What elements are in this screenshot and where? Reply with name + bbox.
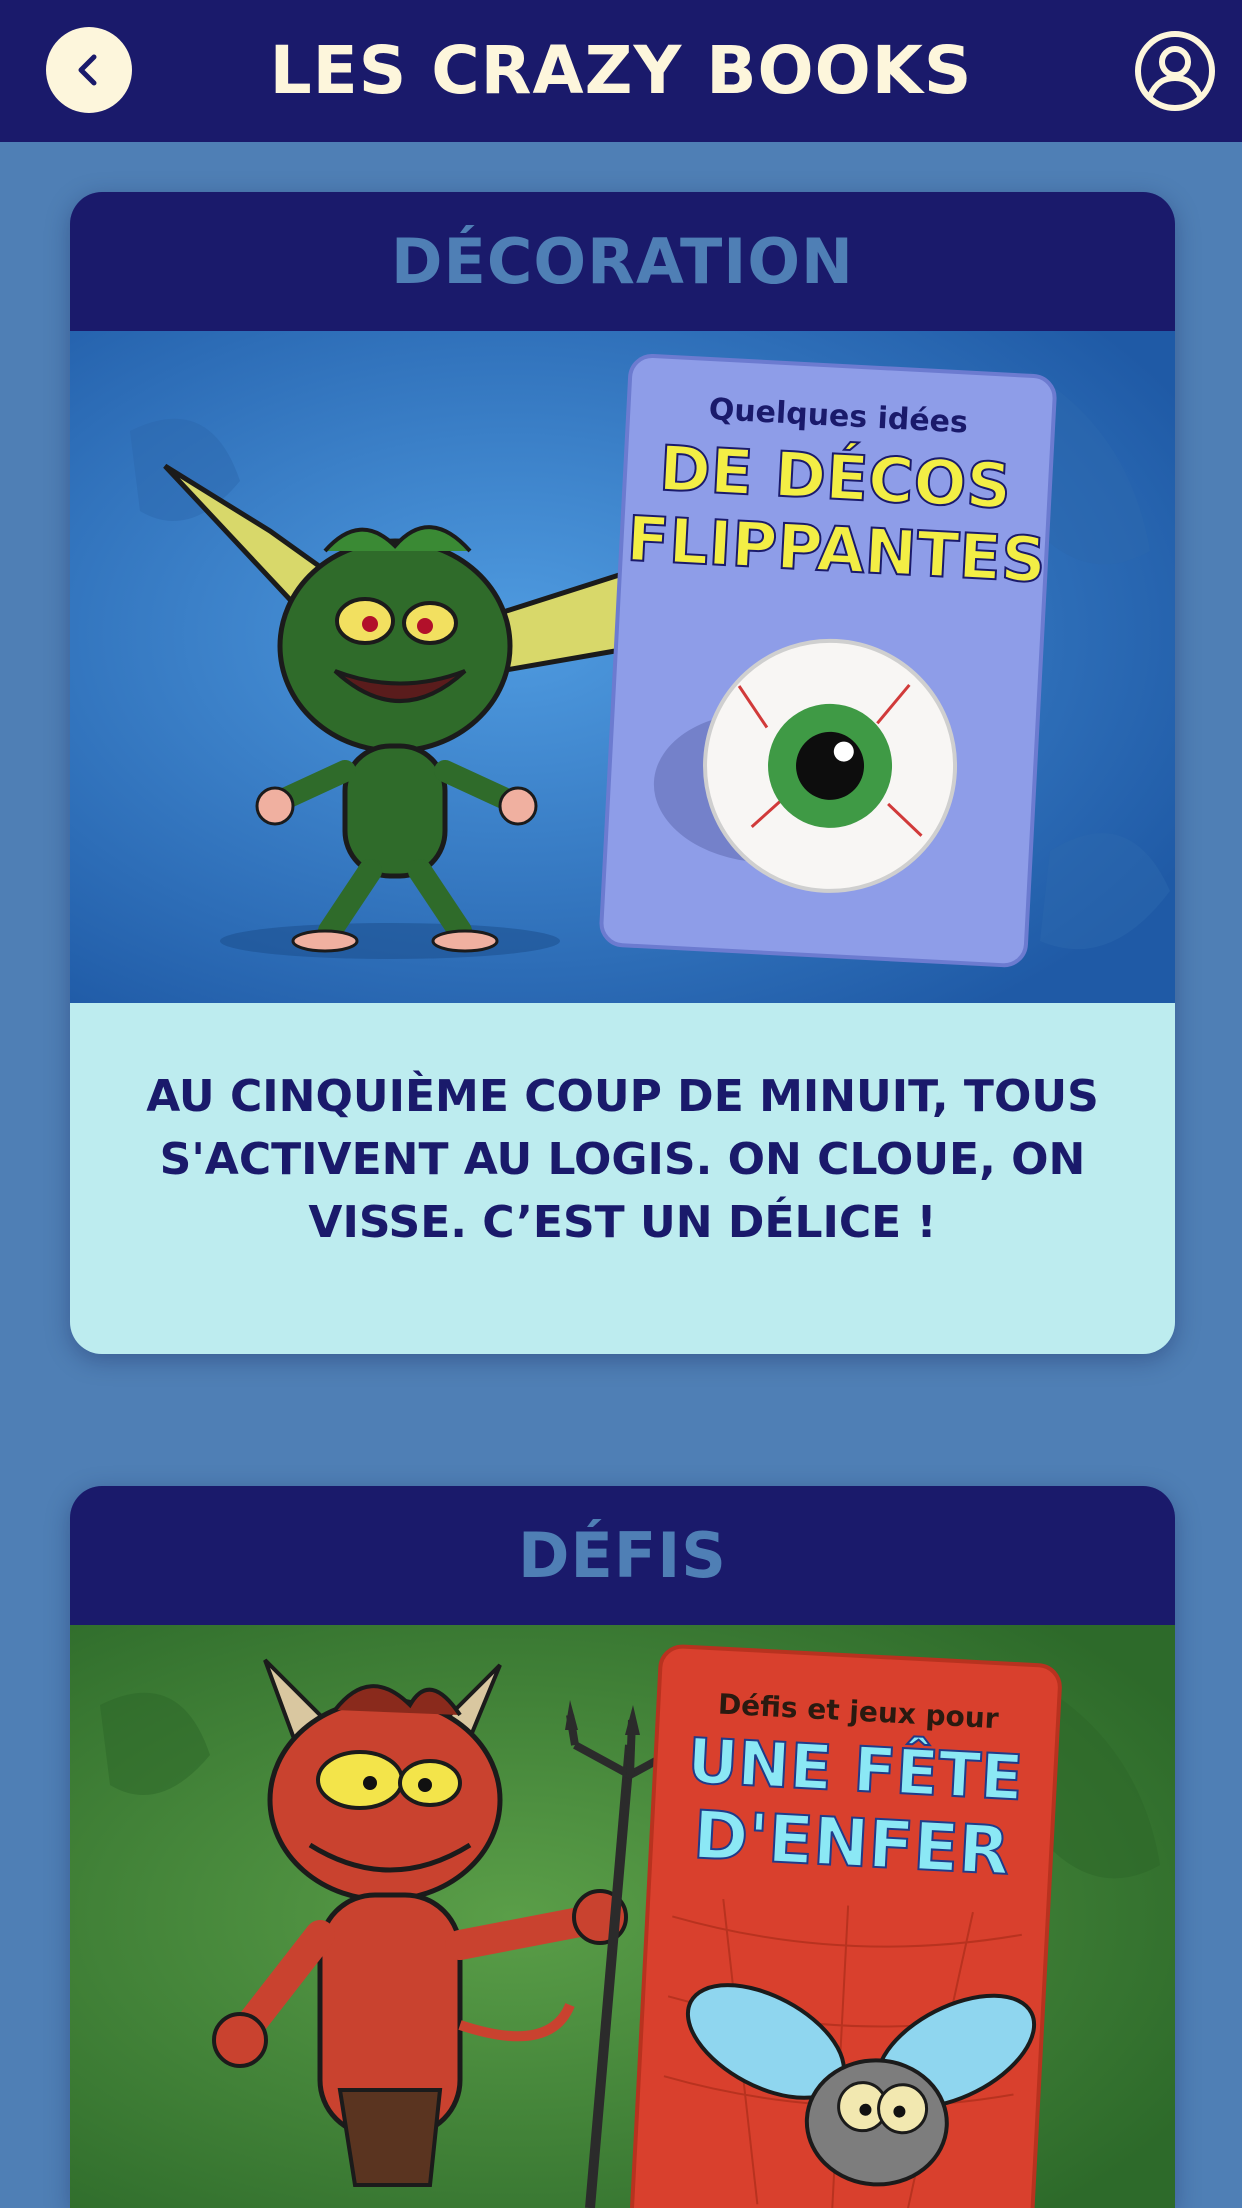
book-cover-defis: Défis et jeux pour UNE FÊTE D'ENFER (629, 1644, 1062, 2208)
category-card-defis[interactable]: DÉFIS Défis et jeux pour UNE FÊTE D'ENFE… (70, 1486, 1175, 2208)
app-title: LES CRAZY BOOKS (269, 32, 973, 109)
book-cover-decos: Quelques idées DE DÉCOS FLIPPANTES (599, 354, 1057, 968)
category-illustration: Défis et jeux pour UNE FÊTE D'ENFER (70, 1625, 1175, 2208)
category-illustration: Quelques idées DE DÉCOS FLIPPANTES (70, 331, 1175, 1003)
category-title: DÉCORATION (70, 192, 1175, 331)
category-caption: AU CINQUIÈME COUP DE MINUIT, TOUS S'ACTI… (70, 1003, 1175, 1354)
top-bar: LES CRAZY BOOKS (0, 0, 1242, 142)
profile-button[interactable] (1134, 30, 1216, 112)
category-card-decoration[interactable]: DÉCORATION Quelques idées DE DÉCOS FLIPP… (70, 192, 1175, 1354)
chevron-left-icon (78, 54, 97, 86)
category-title: DÉFIS (70, 1486, 1175, 1625)
user-circle-icon (1135, 31, 1215, 111)
back-button[interactable] (46, 27, 132, 113)
